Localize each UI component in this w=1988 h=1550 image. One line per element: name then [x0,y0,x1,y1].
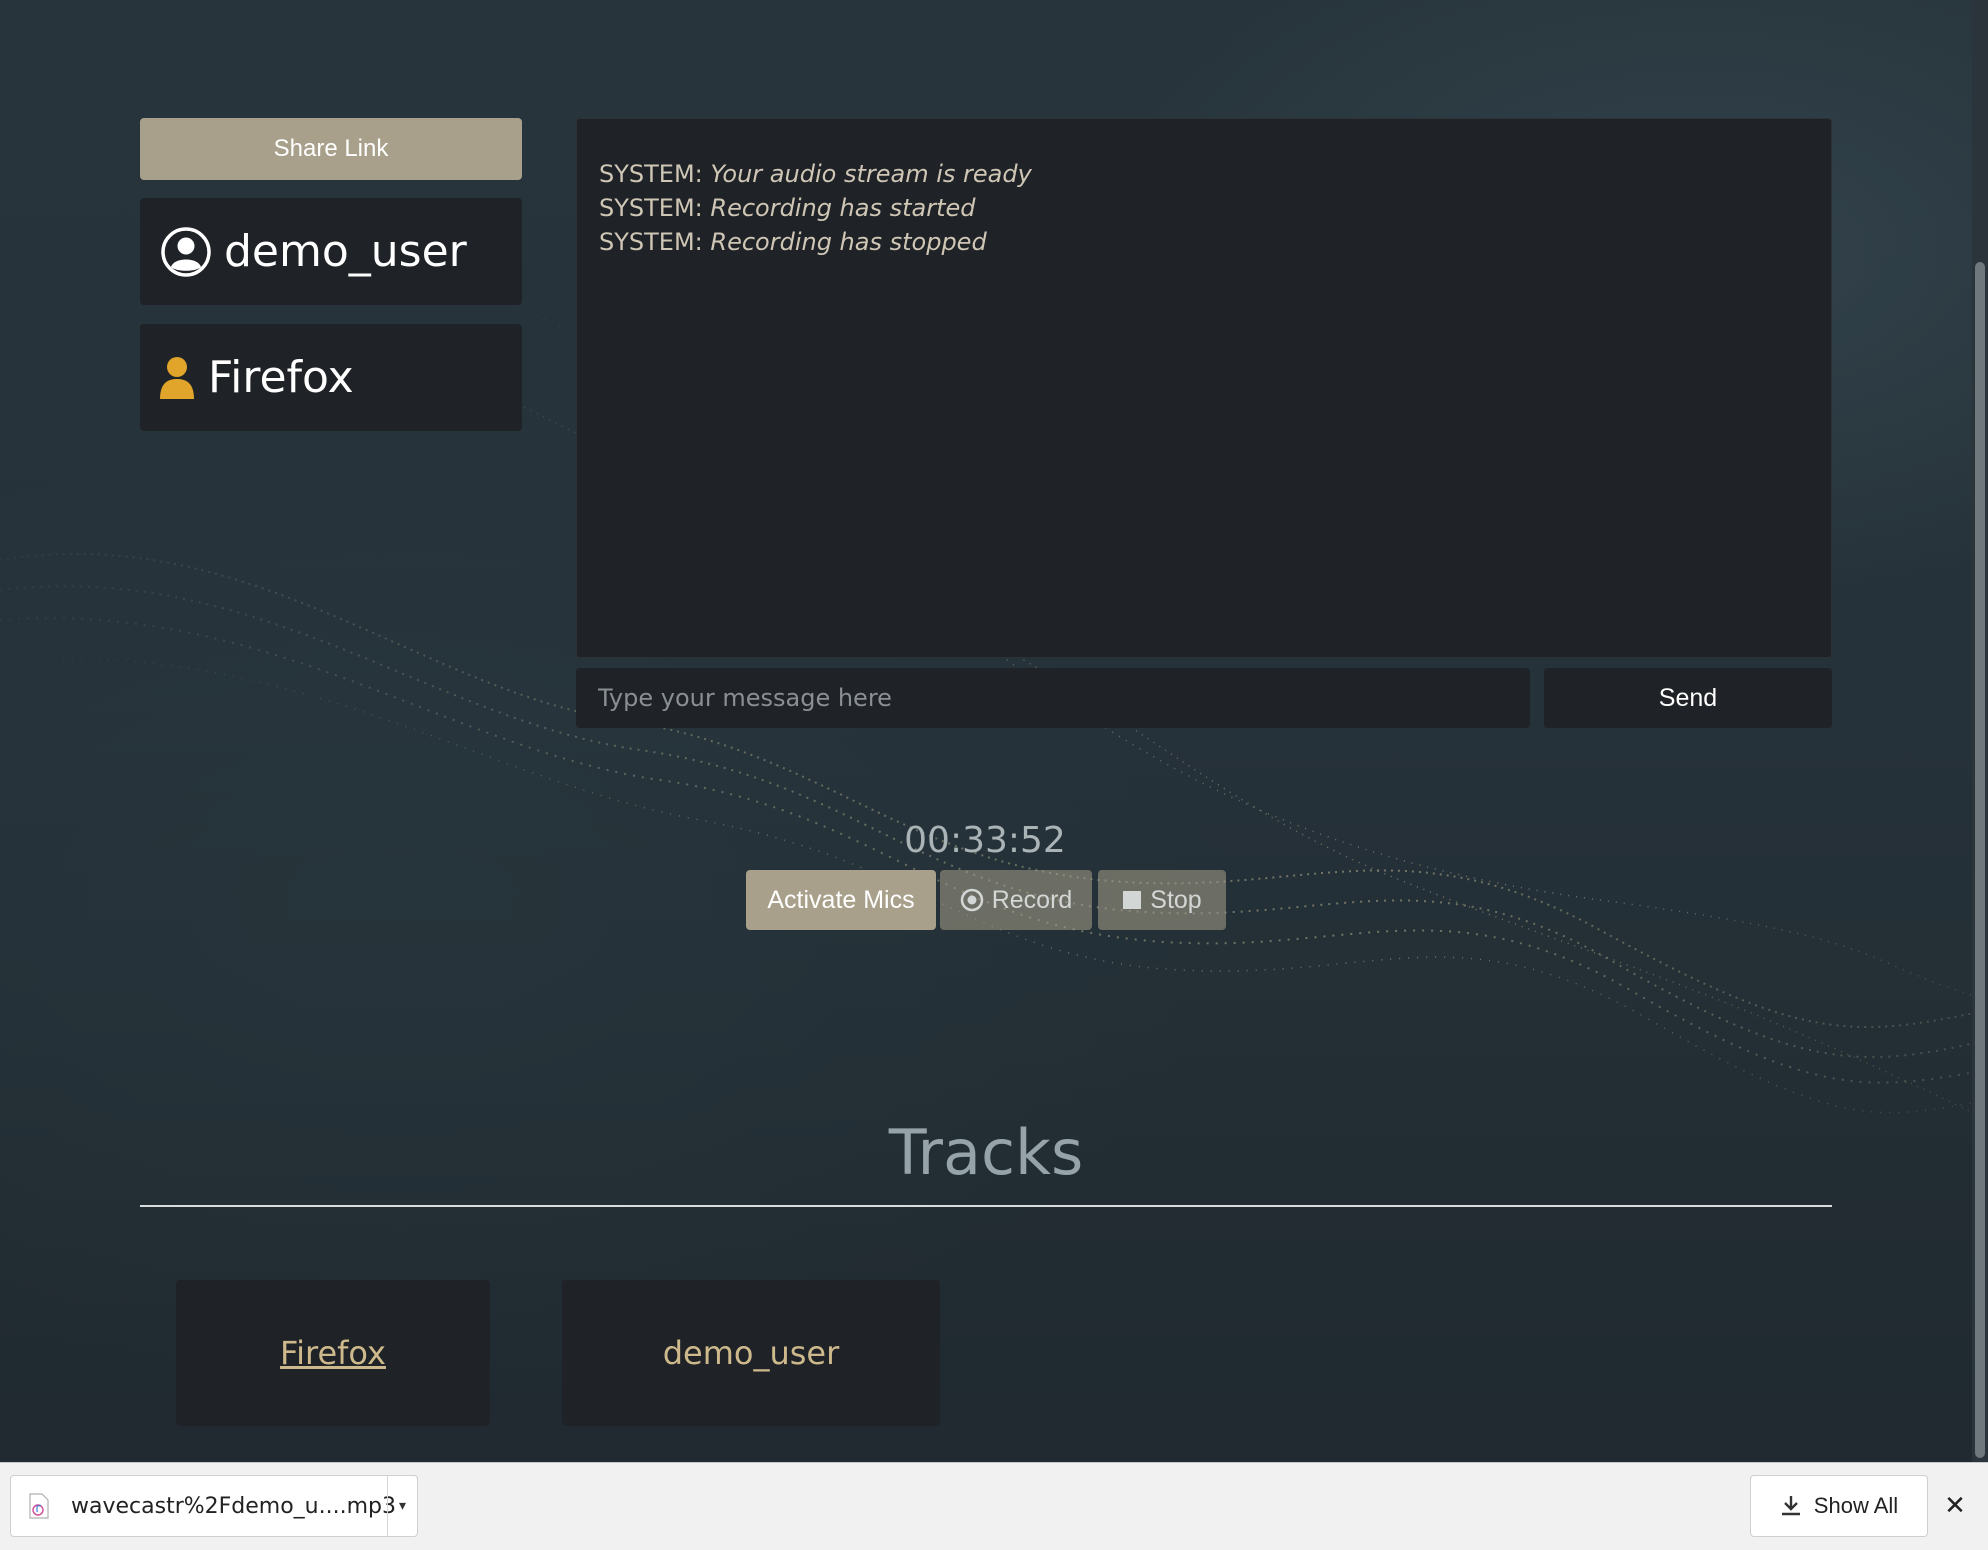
current-user-card: demo_user [140,198,522,305]
show-all-downloads-button[interactable]: Show All [1750,1475,1928,1537]
current-user-name: demo_user [224,226,467,277]
download-file-name: wavecastr%2Fdemo_u....mp3 [71,1493,396,1519]
chat-sender: SYSTEM: [599,160,703,188]
stop-label: Stop [1150,885,1202,914]
track-link[interactable]: Firefox [280,1334,386,1372]
peer-user-name: Firefox [208,352,354,403]
message-input[interactable] [576,668,1530,728]
chat-text: Your audio stream is ready [710,160,1032,188]
audio-file-icon [29,1493,49,1519]
stop-button[interactable]: Stop [1098,870,1226,930]
download-bar: wavecastr%2Fdemo_u....mp3 ▾ Show All ✕ [0,1462,1988,1550]
track-card-firefox[interactable]: Firefox [176,1280,490,1426]
send-button[interactable]: Send [1544,668,1832,728]
chat-text: Recording has started [710,194,976,222]
record-circle-icon [960,888,984,912]
stop-square-icon [1122,890,1142,910]
download-item[interactable]: wavecastr%2Fdemo_u....mp3 ▾ [10,1475,418,1537]
chat-sender: SYSTEM: [599,228,703,256]
download-icon [1780,1494,1802,1518]
chat-text: Recording has stopped [710,228,987,256]
record-label: Record [991,885,1073,914]
scrollbar-thumb[interactable] [1975,262,1985,1458]
record-button[interactable]: Record [940,870,1092,930]
chat-sender: SYSTEM: [599,194,703,222]
tracks-divider [140,1205,1832,1207]
track-card-demo-user[interactable]: demo_user [562,1280,940,1426]
chat-message: SYSTEM: Your audio stream is ready [599,157,1809,191]
chat-log: SYSTEM: Your audio stream is ready SYSTE… [576,118,1832,658]
user-circle-icon [160,226,212,278]
share-link-button[interactable]: Share Link [140,118,522,180]
tracks-heading: Tracks [888,1116,1084,1189]
recording-timer: 00:33:52 [904,820,1066,861]
chat-message: SYSTEM: Recording has stopped [599,225,1809,259]
user-icon [158,355,196,401]
chat-message: SYSTEM: Recording has started [599,191,1809,225]
close-icon[interactable]: ✕ [1940,1487,1970,1525]
peer-user-card: Firefox [140,324,522,431]
activate-mics-button[interactable]: Activate Mics [746,870,936,930]
show-all-label: Show All [1813,1493,1899,1518]
track-label: demo_user [662,1334,840,1372]
chevron-down-icon[interactable]: ▾ [387,1476,417,1536]
